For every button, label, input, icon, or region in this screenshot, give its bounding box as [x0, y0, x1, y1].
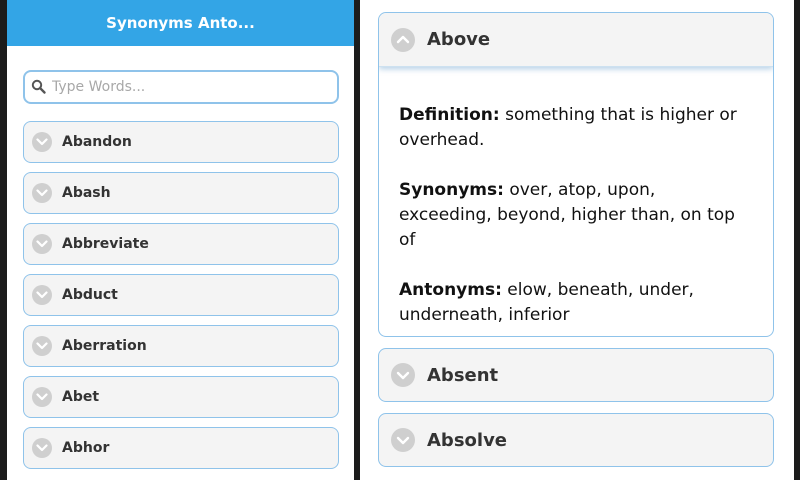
antonyms-label: Antonyms: — [399, 280, 502, 300]
word-item-abduct[interactable]: Abduct — [23, 274, 339, 316]
accordion-title: Above — [427, 29, 491, 50]
word-item-abhor[interactable]: Abhor — [23, 427, 339, 469]
synonyms-paragraph: Synonyms: over, atop, upon, exceeding, b… — [399, 178, 753, 253]
word-label: Abhor — [62, 440, 110, 456]
word-item-abbreviate[interactable]: Abbreviate — [23, 223, 339, 265]
app-frame: Synonyms Anto... Abandon Abash — [0, 0, 800, 480]
app-header: Synonyms Anto... — [7, 0, 354, 46]
accordion-absolve[interactable]: Absolve — [378, 413, 774, 467]
chevron-down-icon — [391, 363, 415, 387]
antonyms-paragraph: Antonyms: elow, beneath, under, undernea… — [399, 278, 753, 328]
accordion-above: Above Definition: something that is high… — [378, 12, 774, 337]
word-item-abash[interactable]: Abash — [23, 172, 339, 214]
word-list: Abandon Abash Abbreviate Abduct Aberrati… — [23, 121, 339, 478]
word-item-abandon[interactable]: Abandon — [23, 121, 339, 163]
chevron-down-icon — [32, 132, 52, 152]
accordion-body: Definition: something that is higher or … — [379, 67, 773, 328]
chevron-down-icon — [32, 285, 52, 305]
chevron-down-icon — [32, 336, 52, 356]
chevron-down-icon — [32, 183, 52, 203]
chevron-down-icon — [32, 234, 52, 254]
word-label: Abet — [62, 389, 100, 405]
search-icon — [31, 79, 46, 94]
word-label: Abash — [62, 185, 111, 201]
definition-label: Definition: — [399, 105, 500, 125]
word-label: Aberration — [62, 338, 147, 354]
search-box[interactable] — [23, 70, 339, 104]
accordion-title: Absolve — [427, 429, 508, 451]
word-label: Abbreviate — [62, 236, 149, 252]
accordion-absent[interactable]: Absent — [378, 348, 774, 402]
word-list-panel: Synonyms Anto... Abandon Abash — [7, 0, 354, 480]
synonyms-label: Synonyms: — [399, 180, 504, 200]
chevron-down-icon — [391, 428, 415, 452]
word-detail-panel: Above Definition: something that is high… — [360, 0, 794, 480]
word-label: Abduct — [62, 287, 118, 303]
chevron-down-icon — [32, 438, 52, 458]
chevron-up-icon — [391, 27, 415, 52]
accordion-header-above[interactable]: Above — [379, 13, 773, 67]
word-label: Abandon — [62, 134, 132, 150]
word-item-abet[interactable]: Abet — [23, 376, 339, 418]
accordion-title: Absent — [427, 364, 499, 386]
app-title: Synonyms Anto... — [106, 14, 255, 32]
search-input[interactable] — [52, 79, 332, 95]
chevron-down-icon — [32, 387, 52, 407]
definition-paragraph: Definition: something that is higher or … — [399, 103, 753, 153]
word-item-aberration[interactable]: Aberration — [23, 325, 339, 367]
